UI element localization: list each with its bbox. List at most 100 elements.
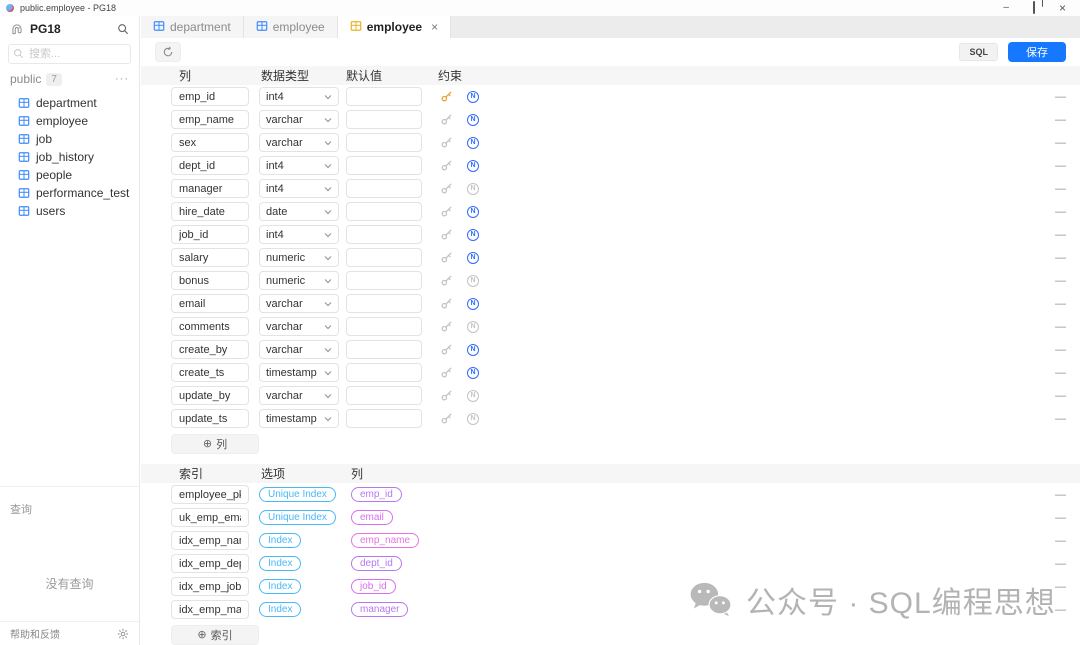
- column-type-select[interactable]: varchar: [259, 133, 339, 152]
- not-null-icon[interactable]: N: [467, 229, 479, 241]
- column-name-input[interactable]: [171, 202, 249, 221]
- connection-row[interactable]: PG18: [0, 16, 139, 42]
- column-type-select[interactable]: int4: [259, 225, 339, 244]
- primary-key-icon[interactable]: [440, 297, 453, 310]
- primary-key-icon[interactable]: [440, 113, 453, 126]
- not-null-icon[interactable]: N: [467, 160, 479, 172]
- gear-icon[interactable]: [117, 628, 129, 640]
- index-name-input[interactable]: [171, 508, 249, 527]
- not-null-icon[interactable]: N: [467, 367, 479, 379]
- primary-key-icon[interactable]: [440, 343, 453, 356]
- column-type-select[interactable]: numeric: [259, 248, 339, 267]
- column-default-input[interactable]: [346, 225, 422, 244]
- column-default-input[interactable]: [346, 271, 422, 290]
- index-option-tag[interactable]: Index: [259, 579, 301, 594]
- column-default-input[interactable]: [346, 156, 422, 175]
- column-name-input[interactable]: [171, 179, 249, 198]
- column-default-input[interactable]: [346, 202, 422, 221]
- sidebar-search-input[interactable]: [8, 44, 131, 64]
- primary-key-icon[interactable]: [440, 205, 453, 218]
- column-type-select[interactable]: int4: [259, 87, 339, 106]
- column-type-select[interactable]: varchar: [259, 294, 339, 313]
- tab-employee-2[interactable]: employee ×: [338, 16, 451, 38]
- search-icon[interactable]: [117, 23, 129, 35]
- sql-button[interactable]: SQL: [959, 43, 998, 61]
- schema-row[interactable]: public 7 ···: [0, 70, 139, 88]
- restore-button[interactable]: [1033, 3, 1035, 13]
- not-null-icon[interactable]: N: [467, 114, 479, 126]
- index-name-input[interactable]: [171, 600, 249, 619]
- minimize-button[interactable]: –: [1003, 3, 1009, 13]
- column-default-input[interactable]: [346, 409, 422, 428]
- column-name-input[interactable]: [171, 248, 249, 267]
- index-column-tag[interactable]: emp_name: [351, 533, 419, 548]
- index-name-input[interactable]: [171, 531, 249, 550]
- tab-employee-1[interactable]: employee: [244, 16, 338, 38]
- save-button[interactable]: 保存: [1008, 42, 1066, 62]
- index-column-tag[interactable]: email: [351, 510, 393, 525]
- column-default-input[interactable]: [346, 87, 422, 106]
- index-option-tag[interactable]: Index: [259, 533, 301, 548]
- not-null-icon[interactable]: N: [467, 206, 479, 218]
- column-name-input[interactable]: [171, 156, 249, 175]
- index-option-tag[interactable]: Unique Index: [259, 487, 336, 502]
- index-column-tag[interactable]: manager: [351, 602, 408, 617]
- add-column-button[interactable]: ⊕ 列: [171, 434, 259, 454]
- column-type-select[interactable]: varchar: [259, 317, 339, 336]
- primary-key-icon[interactable]: [440, 366, 453, 379]
- close-button[interactable]: ×: [1059, 3, 1066, 13]
- sidebar-item-performance_test[interactable]: performance_test: [0, 184, 139, 202]
- column-default-input[interactable]: [346, 179, 422, 198]
- sidebar-item-people[interactable]: people: [0, 166, 139, 184]
- add-index-button[interactable]: ⊕ 索引: [171, 625, 259, 645]
- index-column-tag[interactable]: emp_id: [351, 487, 402, 502]
- sidebar-item-employee[interactable]: employee: [0, 112, 139, 130]
- primary-key-icon[interactable]: [440, 90, 453, 103]
- column-name-input[interactable]: [171, 386, 249, 405]
- index-name-input[interactable]: [171, 554, 249, 573]
- column-type-select[interactable]: int4: [259, 156, 339, 175]
- column-name-input[interactable]: [171, 294, 249, 313]
- tab-close-icon[interactable]: ×: [431, 20, 438, 34]
- sidebar-item-job[interactable]: job: [0, 130, 139, 148]
- column-name-input[interactable]: [171, 225, 249, 244]
- column-name-input[interactable]: [171, 87, 249, 106]
- index-column-tag[interactable]: job_id: [351, 579, 396, 594]
- help-feedback-link[interactable]: 帮助和反馈: [10, 626, 60, 641]
- primary-key-icon[interactable]: [440, 320, 453, 333]
- not-null-icon[interactable]: N: [467, 390, 479, 402]
- column-type-select[interactable]: varchar: [259, 340, 339, 359]
- column-default-input[interactable]: [346, 340, 422, 359]
- more-options-icon[interactable]: ···: [115, 73, 129, 85]
- not-null-icon[interactable]: N: [467, 275, 479, 287]
- column-type-select[interactable]: varchar: [259, 386, 339, 405]
- index-column-tag[interactable]: dept_id: [351, 556, 402, 571]
- column-type-select[interactable]: int4: [259, 179, 339, 198]
- column-default-input[interactable]: [346, 133, 422, 152]
- column-default-input[interactable]: [346, 363, 422, 382]
- primary-key-icon[interactable]: [440, 182, 453, 195]
- column-name-input[interactable]: [171, 133, 249, 152]
- sidebar-item-department[interactable]: department: [0, 94, 139, 112]
- primary-key-icon[interactable]: [440, 274, 453, 287]
- not-null-icon[interactable]: N: [467, 413, 479, 425]
- column-default-input[interactable]: [346, 317, 422, 336]
- column-type-select[interactable]: timestamp: [259, 363, 339, 382]
- column-default-input[interactable]: [346, 294, 422, 313]
- primary-key-icon[interactable]: [440, 228, 453, 241]
- sidebar-item-job_history[interactable]: job_history: [0, 148, 139, 166]
- primary-key-icon[interactable]: [440, 159, 453, 172]
- primary-key-icon[interactable]: [440, 136, 453, 149]
- not-null-icon[interactable]: N: [467, 321, 479, 333]
- not-null-icon[interactable]: N: [467, 298, 479, 310]
- column-type-select[interactable]: date: [259, 202, 339, 221]
- not-null-icon[interactable]: N: [467, 91, 479, 103]
- column-name-input[interactable]: [171, 340, 249, 359]
- column-type-select[interactable]: varchar: [259, 110, 339, 129]
- column-type-select[interactable]: timestamp: [259, 409, 339, 428]
- index-option-tag[interactable]: Index: [259, 602, 301, 617]
- column-type-select[interactable]: numeric: [259, 271, 339, 290]
- column-default-input[interactable]: [346, 110, 422, 129]
- primary-key-icon[interactable]: [440, 251, 453, 264]
- refresh-button[interactable]: [155, 42, 181, 62]
